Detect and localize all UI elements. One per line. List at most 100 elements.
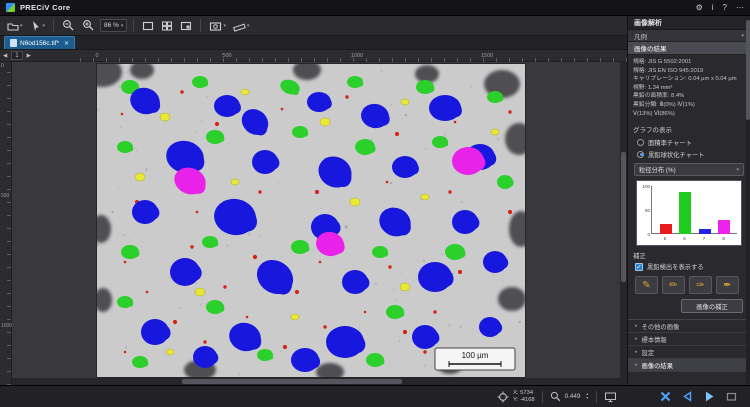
zoom-out-icon bbox=[62, 19, 75, 32]
zoom-stepper[interactable]: ▲ ▼ bbox=[585, 393, 589, 401]
zoom-in-button[interactable] bbox=[80, 18, 97, 33]
pen-tool-icon: ✑ bbox=[696, 280, 704, 291]
panel-section-item[interactable]: ▸画像の結果 bbox=[628, 359, 750, 372]
page-navigator: ◀ 1 ▶ bbox=[3, 51, 31, 60]
ruler-tick-label: 0 bbox=[95, 53, 98, 59]
pencil-tool-icon: ✏ bbox=[669, 280, 677, 291]
vertical-ruler: 05001000 bbox=[0, 62, 12, 385]
section-expand-icon: ▸ bbox=[635, 362, 638, 368]
checkbox-checked-icon[interactable]: ✓ bbox=[635, 263, 643, 271]
pen-tool-button[interactable]: ✑ bbox=[689, 276, 712, 294]
layout-single-icon bbox=[142, 20, 154, 32]
ink-tool-icon: ✒ bbox=[723, 280, 731, 291]
apply-correction-button[interactable]: 画像の補正 bbox=[681, 299, 743, 313]
app-title: PRECiV Core bbox=[20, 3, 70, 12]
zoom-level-select[interactable]: 86 % ▾ bbox=[100, 19, 127, 32]
toolbar-separator bbox=[53, 19, 54, 32]
section-expand-icon: ▸ bbox=[635, 349, 638, 355]
correction-tools-row: ✎ ✏ ✑ ✒ bbox=[628, 273, 750, 296]
close-record-icon[interactable] bbox=[659, 390, 672, 403]
zoom-factor-value[interactable]: 0.449 bbox=[565, 393, 581, 400]
previous-record-icon[interactable] bbox=[681, 390, 694, 403]
horizontal-ruler: 050010001500 bbox=[80, 50, 627, 62]
app-window: PRECiV Core ⚙ i ? ⋯ ▾ ▾ 86 % ▾ bbox=[0, 0, 750, 407]
chart-type-radio[interactable]: 黒鉛球状化チャート bbox=[628, 148, 750, 160]
chevron-down-icon: ▾ bbox=[223, 23, 226, 29]
monitor-icon[interactable] bbox=[604, 391, 617, 403]
chart-type-radio[interactable]: 面積率チャート bbox=[628, 136, 750, 148]
chart-ytick-label: 50 bbox=[645, 208, 650, 213]
layout-single-button[interactable] bbox=[140, 19, 156, 33]
panel-section-item[interactable]: ▸その他の画像 bbox=[628, 320, 750, 333]
toolbar-separator bbox=[133, 19, 134, 32]
chart-bar bbox=[679, 192, 691, 234]
snapshot-button[interactable]: ▾ bbox=[207, 19, 228, 33]
panel-scrollbar[interactable] bbox=[746, 16, 750, 385]
layout-grid-button[interactable] bbox=[159, 19, 175, 33]
next-record-icon[interactable] bbox=[703, 390, 716, 403]
chart-ytick-label: 0 bbox=[647, 232, 650, 237]
panel-title: 画像解析 bbox=[628, 16, 750, 30]
chart-type-radio-group: 面積率チャート黒鉛球状化チャート bbox=[628, 136, 750, 160]
cursor-x-value: X: 5734 bbox=[513, 390, 535, 397]
settings-gear-icon[interactable]: ⚙ bbox=[696, 4, 703, 12]
scale-bar: 100 µm bbox=[435, 348, 515, 370]
analysis-info-line: 規格: JIS G 5502:2001 bbox=[633, 58, 745, 67]
layout-overview-icon bbox=[180, 20, 192, 32]
camera-icon bbox=[209, 20, 222, 32]
analysis-info-line: 視野: 1.34 mm² bbox=[633, 84, 745, 93]
panel-section-item[interactable]: ▸設定 bbox=[628, 346, 750, 359]
correction-section-label: 補正 bbox=[628, 246, 750, 261]
legend-toggle[interactable]: 凡例 ▾ bbox=[628, 30, 750, 42]
top-ruler-row: ◀ 1 ▶ 050010001500 bbox=[0, 50, 627, 62]
chevron-down-icon: ▾ bbox=[20, 23, 23, 29]
statusbar-separator bbox=[542, 391, 543, 403]
next-image-button[interactable]: ▶ bbox=[27, 53, 31, 59]
detach-view-icon[interactable] bbox=[725, 390, 738, 403]
tab-close-icon[interactable]: ✕ bbox=[64, 40, 69, 47]
chevron-down-icon: ▾ bbox=[741, 33, 744, 39]
info-icon[interactable]: i bbox=[712, 4, 714, 12]
ink-tool-button[interactable]: ✒ bbox=[716, 276, 739, 294]
app-logo-icon bbox=[6, 3, 15, 12]
page-number[interactable]: 1 bbox=[11, 51, 22, 60]
show-graphite-checkbox-row[interactable]: ✓ 黒鉛検出を表示する bbox=[628, 261, 750, 273]
layout-overview-button[interactable] bbox=[178, 19, 194, 33]
vertical-scrollbar-thumb[interactable] bbox=[621, 152, 626, 282]
chart-xtick-label: 7 bbox=[703, 236, 706, 241]
chart-ytick-label: 100 bbox=[642, 184, 650, 189]
horizontal-scrollbar[interactable] bbox=[12, 378, 620, 385]
help-icon[interactable]: ? bbox=[723, 4, 727, 12]
select-tool-button[interactable]: ▾ bbox=[28, 19, 48, 33]
ruler-tick-label: 500 bbox=[222, 53, 231, 59]
brush-tool-button[interactable]: ✎ bbox=[635, 276, 658, 294]
size-distribution-chart: 0501005678 bbox=[636, 180, 742, 246]
titlebar-icons: ⚙ i ? ⋯ bbox=[696, 4, 744, 12]
section-label: 標本情報 bbox=[642, 335, 667, 344]
chevron-down-icon: ▾ bbox=[736, 167, 739, 173]
panel-scrollbar-thumb[interactable] bbox=[746, 20, 750, 120]
ruler-icon bbox=[233, 20, 246, 32]
pencil-tool-button[interactable]: ✏ bbox=[662, 276, 685, 294]
open-file-button[interactable]: ▾ bbox=[5, 19, 25, 33]
specimen-image[interactable]: 100 µm bbox=[97, 64, 525, 377]
radio-label: 面積率チャート bbox=[648, 138, 692, 147]
image-tab[interactable]: N6od156c.tif* ✕ bbox=[4, 36, 75, 49]
results-header[interactable]: 画像の結果 bbox=[628, 42, 750, 55]
folder-icon bbox=[7, 20, 19, 32]
chart-bar bbox=[718, 220, 730, 234]
vertical-scrollbar[interactable] bbox=[620, 62, 627, 385]
horizontal-scrollbar-thumb[interactable] bbox=[182, 379, 402, 384]
tab-filename: N6od156c.tif* bbox=[20, 40, 59, 47]
chart-metric-select[interactable]: 粒径分布 (%) ▾ bbox=[634, 163, 744, 176]
display-group bbox=[604, 391, 617, 403]
stepper-down-icon[interactable]: ▼ bbox=[585, 397, 589, 401]
more-menu-icon[interactable]: ⋯ bbox=[736, 4, 744, 12]
panel-section-item[interactable]: ▸標本情報 bbox=[628, 333, 750, 346]
statusbar-separator bbox=[596, 391, 597, 403]
prev-image-button[interactable]: ◀ bbox=[3, 53, 7, 59]
analysis-info-line: Ⅴ(13%) Ⅵ(86%) bbox=[633, 110, 745, 119]
measure-button[interactable]: ▾ bbox=[231, 19, 252, 33]
zoom-in-icon bbox=[82, 19, 95, 32]
zoom-out-button[interactable] bbox=[60, 18, 77, 33]
